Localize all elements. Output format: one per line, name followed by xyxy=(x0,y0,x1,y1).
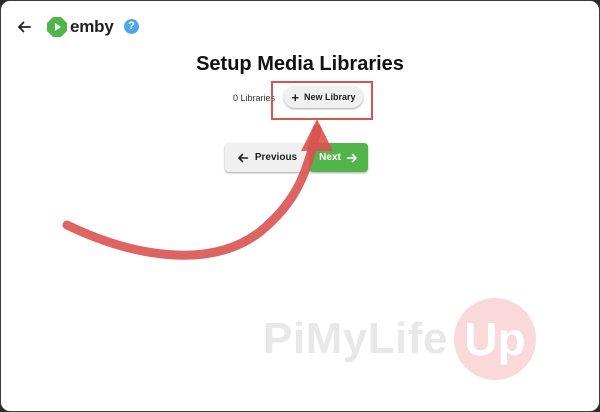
header: emby ? xyxy=(1,1,599,53)
app-window: emby ? Setup Media Libraries 0 Libraries… xyxy=(0,0,600,412)
back-button[interactable] xyxy=(15,18,33,36)
watermark: PiMyLife Up xyxy=(263,298,536,380)
help-button[interactable]: ? xyxy=(124,19,139,34)
previous-button[interactable]: Previous xyxy=(225,143,309,172)
emby-logo[interactable]: emby xyxy=(47,16,114,38)
next-button[interactable]: Next xyxy=(309,143,368,172)
annotation-highlight-box xyxy=(271,81,373,120)
library-count: 0 Libraries xyxy=(233,93,276,103)
emby-logo-icon xyxy=(47,17,67,37)
logo-text: emby xyxy=(70,17,114,36)
watermark-badge: Up xyxy=(453,298,536,380)
arrow-right-icon xyxy=(346,153,357,162)
arrow-left-icon xyxy=(238,153,249,162)
next-label: Next xyxy=(319,152,341,163)
watermark-badge-text: Up xyxy=(464,313,526,365)
previous-label: Previous xyxy=(254,152,298,163)
arrow-left-icon xyxy=(18,21,31,33)
watermark-text: PiMyLife xyxy=(263,314,448,363)
page-title: Setup Media Libraries xyxy=(196,53,404,75)
